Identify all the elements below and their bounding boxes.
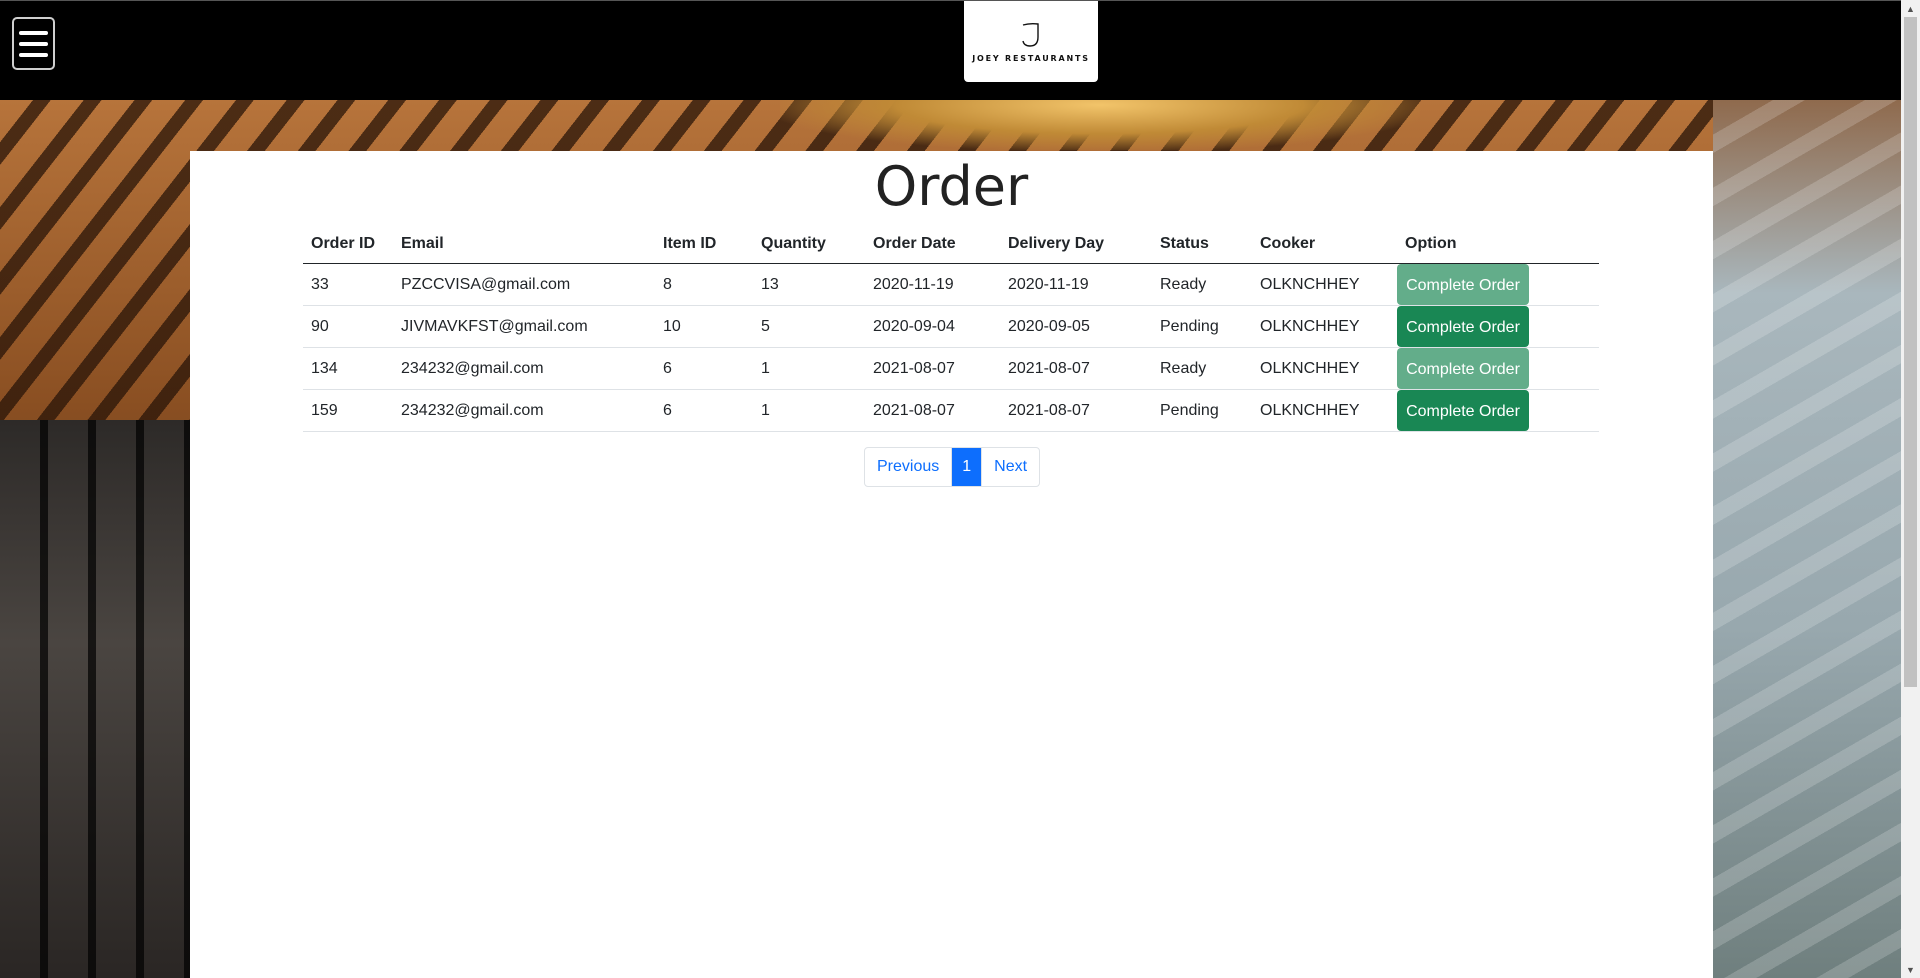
orders-table: Order ID Email Item ID Quantity Order Da… <box>303 225 1599 432</box>
vertical-scrollbar[interactable]: ▲ ▼ <box>1901 0 1920 978</box>
cell-order-id: 90 <box>303 305 393 348</box>
hamburger-menu-button[interactable] <box>12 17 55 70</box>
cell-item-id: 10 <box>655 305 753 348</box>
cell-status: Pending <box>1152 305 1252 348</box>
cell-delivery-day: 2021-08-07 <box>1000 347 1152 390</box>
cell-email: PZCCVISA@gmail.com <box>393 263 655 306</box>
cell-order-date: 2021-08-07 <box>865 389 1000 432</box>
scroll-down-arrow-icon[interactable]: ▼ <box>1901 961 1920 978</box>
cell-quantity: 13 <box>753 263 865 306</box>
table-header-row: Order ID Email Item ID Quantity Order Da… <box>303 225 1599 264</box>
table-row: 90 JIVMAVKFST@gmail.com 10 5 2020-09-04 … <box>303 305 1599 348</box>
column-header-email: Email <box>393 225 655 264</box>
complete-order-button[interactable]: Complete Order <box>1397 306 1529 347</box>
cell-quantity: 1 <box>753 347 865 390</box>
cell-order-date: 2020-09-04 <box>865 305 1000 348</box>
cell-order-id: 134 <box>303 347 393 390</box>
cell-order-date: 2020-11-19 <box>865 263 1000 306</box>
pagination: Previous 1 Next <box>864 447 1041 487</box>
pagination-previous[interactable]: Previous <box>865 448 951 486</box>
cell-delivery-day: 2021-08-07 <box>1000 389 1152 432</box>
cell-order-date: 2021-08-07 <box>865 347 1000 390</box>
cell-option: Complete Order <box>1397 263 1599 306</box>
hamburger-icon-bar <box>19 52 48 57</box>
page-title: Order <box>874 155 1029 218</box>
cell-cooker: OLKNCHHEY <box>1252 347 1397 390</box>
cell-cooker: OLKNCHHEY <box>1252 263 1397 306</box>
cell-item-id: 6 <box>655 389 753 432</box>
cell-delivery-day: 2020-09-05 <box>1000 305 1152 348</box>
cell-option: Complete Order <box>1397 347 1599 390</box>
scrollbar-thumb[interactable] <box>1904 17 1917 687</box>
complete-order-button[interactable]: Complete Order <box>1397 348 1529 389</box>
column-header-option: Option <box>1397 225 1599 264</box>
column-header-quantity: Quantity <box>753 225 865 264</box>
scroll-up-arrow-icon[interactable]: ▲ <box>1901 0 1920 17</box>
joey-logo-icon <box>1022 22 1039 47</box>
cell-option: Complete Order <box>1397 305 1599 348</box>
cell-order-id: 159 <box>303 389 393 432</box>
brand-logo[interactable]: JOEY RESTAURANTS <box>964 1 1098 82</box>
background-wall <box>1713 100 1901 978</box>
pagination-next[interactable]: Next <box>981 448 1039 486</box>
table-row: 159 234232@gmail.com 6 1 2021-08-07 2021… <box>303 389 1599 432</box>
order-panel: Order Order ID Email Item ID Quantity Or… <box>190 151 1713 978</box>
background-lamp <box>780 100 1420 150</box>
cell-item-id: 6 <box>655 347 753 390</box>
cell-email: JIVMAVKFST@gmail.com <box>393 305 655 348</box>
cell-quantity: 1 <box>753 389 865 432</box>
complete-order-button[interactable]: Complete Order <box>1397 264 1529 305</box>
cell-status: Ready <box>1152 263 1252 306</box>
cell-email: 234232@gmail.com <box>393 347 655 390</box>
hamburger-icon-bar <box>19 30 48 35</box>
complete-order-button[interactable]: Complete Order <box>1397 390 1529 431</box>
cell-status: Ready <box>1152 347 1252 390</box>
cell-cooker: OLKNCHHEY <box>1252 305 1397 348</box>
column-header-item-id: Item ID <box>655 225 753 264</box>
cell-quantity: 5 <box>753 305 865 348</box>
cell-order-id: 33 <box>303 263 393 306</box>
top-navbar: JOEY RESTAURANTS <box>0 0 1901 100</box>
column-header-order-date: Order Date <box>865 225 1000 264</box>
cell-item-id: 8 <box>655 263 753 306</box>
column-header-status: Status <box>1152 225 1252 264</box>
cell-delivery-day: 2020-11-19 <box>1000 263 1152 306</box>
table-row: 33 PZCCVISA@gmail.com 8 13 2020-11-19 20… <box>303 263 1599 306</box>
cell-option: Complete Order <box>1397 389 1599 432</box>
cell-status: Pending <box>1152 389 1252 432</box>
column-header-cooker: Cooker <box>1252 225 1397 264</box>
hamburger-icon-bar <box>19 41 48 46</box>
cell-email: 234232@gmail.com <box>393 389 655 432</box>
column-header-delivery-day: Delivery Day <box>1000 225 1152 264</box>
background-kitchen <box>0 420 190 978</box>
brand-name: JOEY RESTAURANTS <box>972 54 1090 63</box>
table-row: 134 234232@gmail.com 6 1 2021-08-07 2021… <box>303 347 1599 390</box>
pagination-page-current[interactable]: 1 <box>951 448 982 486</box>
cell-cooker: OLKNCHHEY <box>1252 389 1397 432</box>
column-header-order-id: Order ID <box>303 225 393 264</box>
